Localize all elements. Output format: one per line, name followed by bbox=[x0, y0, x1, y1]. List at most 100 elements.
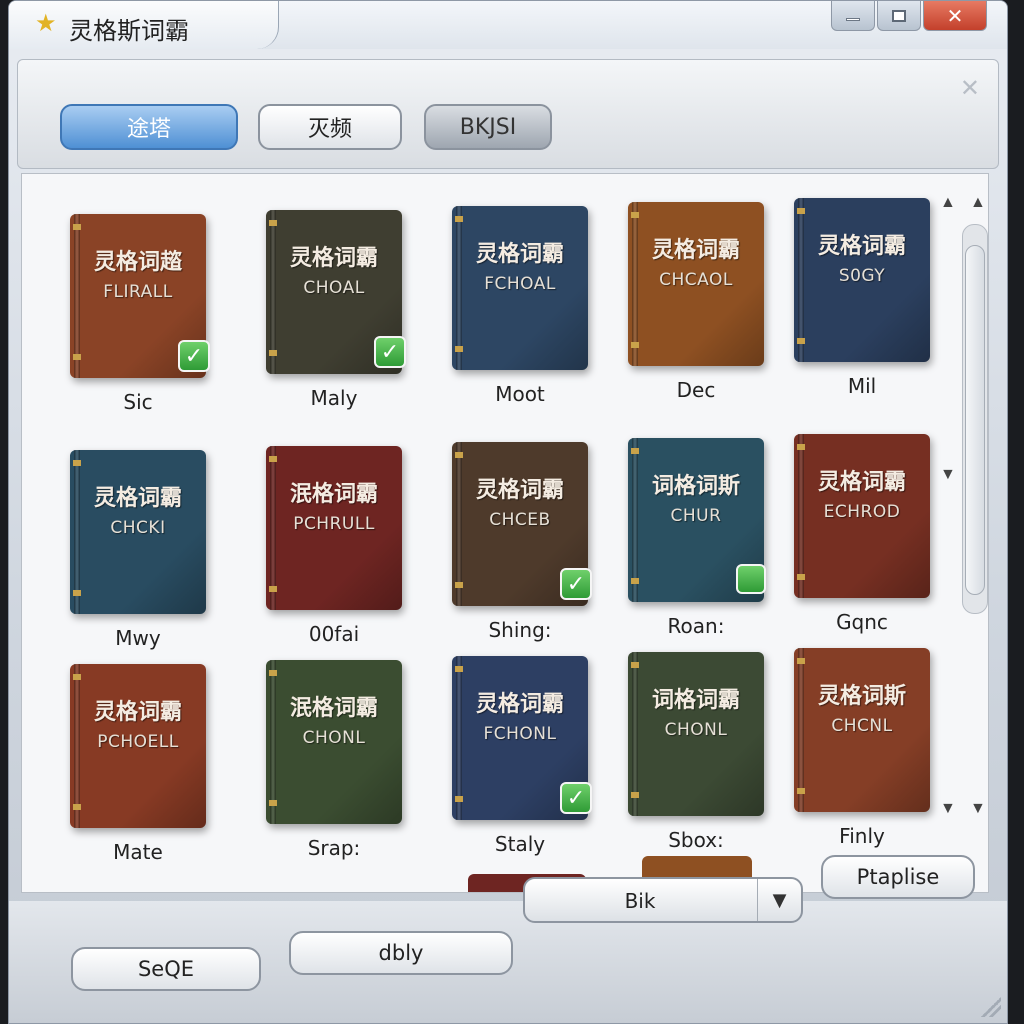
book-subtitle: PCHRULL bbox=[293, 514, 375, 534]
book-cover-icon[interactable]: 词格词霸 CHONL bbox=[628, 652, 764, 816]
book-tile[interactable]: 灵格词霸 S0GY Mil bbox=[794, 198, 944, 418]
dropdown-value: Bik bbox=[624, 889, 656, 913]
book-tile[interactable]: 灵格词霸 CHCEB ✓ Shing: bbox=[452, 442, 602, 662]
book-cover-icon[interactable]: 灵格词霸 PCHOELL bbox=[70, 664, 206, 828]
window-title: 灵格斯词霸 bbox=[69, 17, 189, 45]
toolbar-button-3[interactable]: BKJSI bbox=[424, 104, 552, 150]
book-subtitle: FCHOAL bbox=[484, 274, 556, 294]
book-subtitle: S0GY bbox=[838, 266, 886, 286]
toolbar-button-1[interactable]: 途塔 bbox=[60, 104, 238, 150]
book-label: Roan: bbox=[667, 614, 725, 638]
book-subtitle: CHCEB bbox=[489, 510, 551, 530]
book-tile[interactable]: 灵格词斯 CHCNL Finly bbox=[794, 648, 944, 868]
book-cover-icon[interactable]: 灵格词霸 FCHOAL bbox=[452, 206, 588, 370]
book-label: Sbox: bbox=[668, 828, 724, 852]
book-title: 泯格词霸 bbox=[289, 482, 378, 507]
panel-close-icon[interactable]: ✕ bbox=[960, 74, 980, 102]
book-label: Mate bbox=[113, 840, 163, 864]
book-subtitle: FCHONL bbox=[483, 724, 557, 744]
bottom-bar: SeQE dbly Bik ▼ Ptaplise bbox=[9, 855, 1007, 1023]
book-subtitle: PCHOELL bbox=[97, 732, 179, 752]
book-label: Staly bbox=[494, 832, 546, 856]
maximize-button[interactable] bbox=[877, 1, 921, 31]
book-label: Mwy bbox=[115, 626, 161, 650]
book-label: Sic bbox=[123, 390, 153, 414]
book-title: 灵格词趦 bbox=[93, 250, 182, 275]
book-label: Srap: bbox=[307, 836, 361, 860]
book-label: Mil bbox=[847, 374, 877, 398]
book-tile[interactable]: 灵格词霸 CHCKI Mwy bbox=[70, 450, 220, 670]
dictionary-grid: ▲ ▲ ▼ ▼ ▼ 灵格词趦 FLIRALL ✓ Sic 灵格词霸 CHOAL ✓ Maly 灵… bbox=[21, 173, 989, 893]
book-tile[interactable]: 灵格词霸 CHOAL ✓ Maly bbox=[266, 210, 416, 430]
checkmark-icon[interactable]: ✓ bbox=[178, 340, 210, 372]
book-cover-icon[interactable]: 泯格词霸 PCHRULL bbox=[266, 446, 402, 610]
book-title: 灵格词霸 bbox=[475, 692, 564, 717]
book-title: 泯格词霸 bbox=[289, 696, 378, 721]
scroll-thumb[interactable] bbox=[965, 245, 985, 595]
checkmark-icon[interactable]: ✓ bbox=[560, 568, 592, 600]
book-cover-icon[interactable]: 灵格词霸 S0GY bbox=[794, 198, 930, 362]
bottom-button-right[interactable]: Ptaplise bbox=[821, 855, 975, 899]
bottom-button-left[interactable]: SeQE bbox=[71, 947, 261, 991]
book-cover-icon[interactable]: 灵格词斯 CHCNL bbox=[794, 648, 930, 812]
book-title: 灵格词霸 bbox=[651, 238, 740, 263]
book-title: 灵格词霸 bbox=[289, 246, 378, 271]
book-title: 灵格词霸 bbox=[93, 486, 182, 511]
book-title: 词格词斯 bbox=[651, 474, 740, 499]
scroll-up-small-icon[interactable]: ▲ bbox=[970, 194, 986, 212]
book-tile[interactable]: 灵格词霸 PCHOELL Mate bbox=[70, 664, 220, 884]
book-tile[interactable]: 词格词斯 CHUR Roan: bbox=[628, 438, 778, 658]
bottom-button-mid[interactable]: dbly bbox=[289, 931, 513, 975]
book-label: Dec bbox=[676, 378, 716, 402]
book-tile[interactable]: 泯格词霸 PCHRULL 00fai bbox=[266, 446, 416, 666]
book-cover-icon[interactable]: 泯格词霸 CHONL bbox=[266, 660, 402, 824]
book-subtitle: CHCNL bbox=[831, 716, 893, 736]
book-tile[interactable]: 灵格词霸 CHCAOL Dec bbox=[628, 202, 778, 422]
close-button[interactable]: ✕ bbox=[923, 1, 987, 31]
title-tab: ★ 灵格斯词霸 bbox=[9, 1, 279, 49]
book-tile[interactable]: 灵格词趦 FLIRALL ✓ Sic bbox=[70, 214, 220, 434]
book-cover-icon[interactable]: 灵格词霸 CHCAOL bbox=[628, 202, 764, 366]
book-title: 灵格词斯 bbox=[817, 684, 906, 709]
minimize-icon bbox=[846, 18, 860, 21]
book-tile[interactable]: 灵格词霸 FCHONL ✓ Staly bbox=[452, 656, 602, 876]
book-label: Gqnc bbox=[836, 610, 888, 634]
book-subtitle: ECHROD bbox=[823, 502, 901, 522]
book-tile[interactable]: 灵格词霸 FCHOAL Moot bbox=[452, 206, 602, 426]
book-subtitle: CHONL bbox=[664, 720, 728, 740]
book-label: 00fai bbox=[308, 622, 360, 646]
book-title: 灵格词霸 bbox=[817, 234, 906, 259]
book-subtitle: CHOAL bbox=[303, 278, 365, 298]
book-label: Maly bbox=[310, 386, 358, 410]
scroll-track[interactable] bbox=[962, 224, 988, 614]
bottom-dropdown[interactable]: Bik ▼ bbox=[523, 877, 803, 923]
book-tile[interactable]: 灵格词霸 ECHROD Gqnc bbox=[794, 434, 944, 654]
book-cover-icon[interactable]: 灵格词霸 ECHROD bbox=[794, 434, 930, 598]
checkmark-icon[interactable]: ✓ bbox=[560, 782, 592, 814]
book-subtitle: CHONL bbox=[302, 728, 366, 748]
star-icon: ★ bbox=[35, 10, 57, 37]
book-label: Finly bbox=[839, 824, 885, 848]
scroll-down-small-icon[interactable]: ▼ bbox=[970, 800, 986, 818]
book-cover-icon[interactable]: 灵格词霸 CHCKI bbox=[70, 450, 206, 614]
maximize-icon bbox=[892, 9, 906, 22]
status-badge[interactable] bbox=[736, 564, 766, 594]
resize-grip-icon[interactable] bbox=[981, 997, 1001, 1017]
book-label: Moot bbox=[495, 382, 545, 406]
toolbar-button-2[interactable]: 灭频 bbox=[258, 104, 402, 150]
book-title: 词格词霸 bbox=[651, 688, 740, 713]
book-subtitle: CHCAOL bbox=[659, 270, 733, 290]
title-bar: ★ 灵格斯词霸 ✕ bbox=[9, 1, 1007, 49]
book-title: 灵格词霸 bbox=[475, 478, 564, 503]
book-label: Shing: bbox=[488, 618, 552, 642]
toolbar: ✕ 途塔 灭频 BKJSI bbox=[17, 59, 999, 169]
book-subtitle: CHUR bbox=[670, 506, 722, 526]
checkmark-icon[interactable]: ✓ bbox=[374, 336, 406, 368]
book-subtitle: FLIRALL bbox=[103, 282, 173, 302]
book-tile[interactable]: 词格词霸 CHONL Sbox: bbox=[628, 652, 778, 872]
minimize-button[interactable] bbox=[831, 1, 875, 31]
book-title: 灵格词霸 bbox=[817, 470, 906, 495]
book-title: 灵格词霸 bbox=[93, 700, 182, 725]
book-tile[interactable]: 泯格词霸 CHONL Srap: bbox=[266, 660, 416, 880]
chevron-down-icon[interactable]: ▼ bbox=[757, 879, 801, 921]
